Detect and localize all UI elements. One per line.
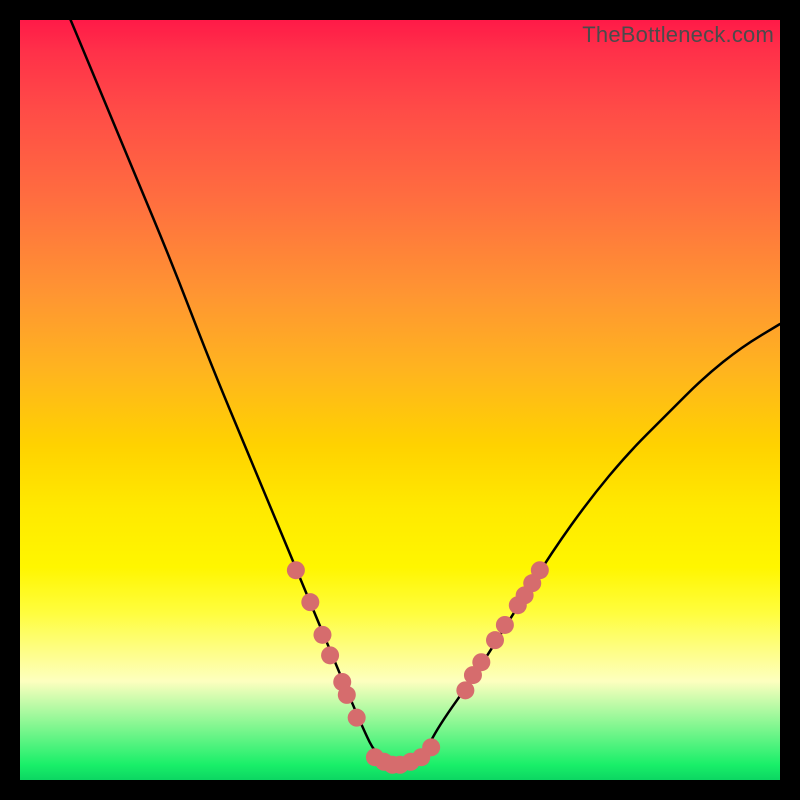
data-marker bbox=[301, 593, 319, 611]
data-marker bbox=[313, 626, 331, 644]
data-marker bbox=[486, 631, 504, 649]
data-marker bbox=[321, 646, 339, 664]
data-marker bbox=[422, 738, 440, 756]
curve-layer bbox=[20, 20, 780, 780]
data-marker bbox=[472, 653, 490, 671]
data-marker bbox=[496, 616, 514, 634]
marker-group bbox=[287, 561, 549, 774]
data-marker bbox=[348, 709, 366, 727]
data-marker bbox=[287, 561, 305, 579]
data-marker bbox=[338, 686, 356, 704]
bottleneck-chart: TheBottleneck.com bbox=[20, 20, 780, 780]
data-marker bbox=[531, 561, 549, 579]
bottleneck-curve-path bbox=[20, 20, 780, 763]
